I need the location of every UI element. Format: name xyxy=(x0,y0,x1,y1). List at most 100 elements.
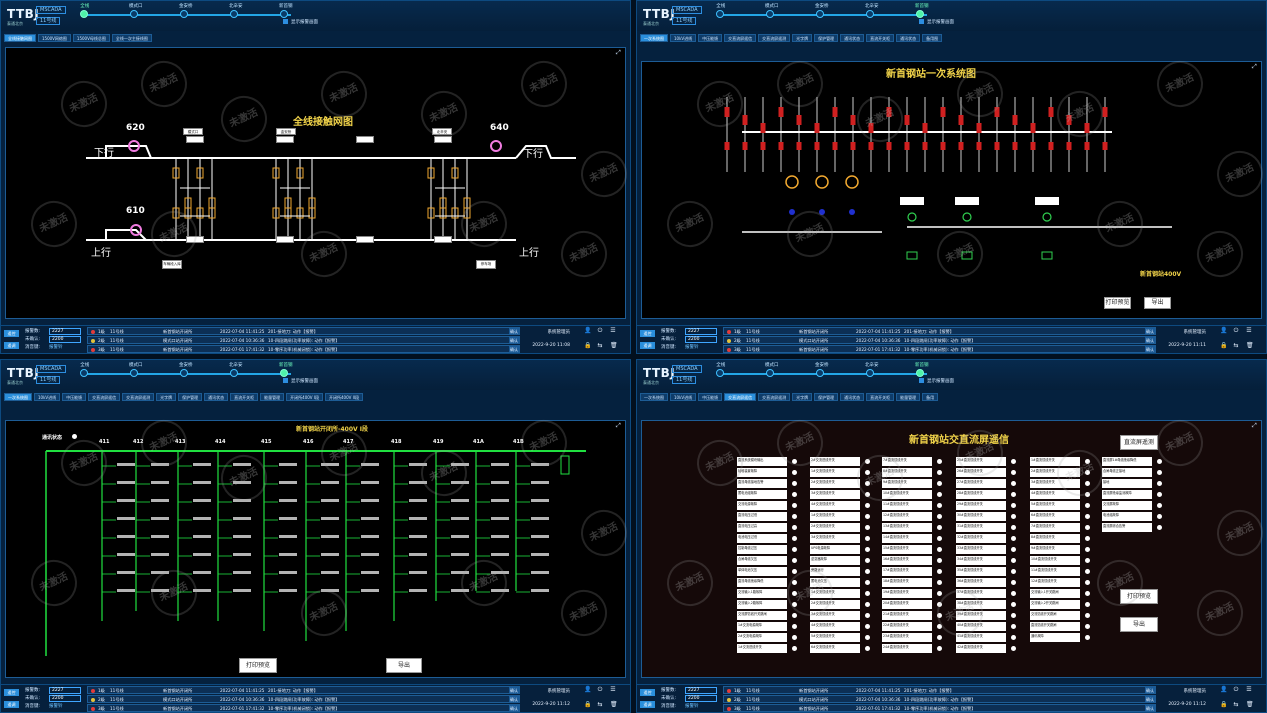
station-label[interactable]: 金安桥 xyxy=(815,3,829,9)
tab-item[interactable]: 通讯状态 xyxy=(896,34,921,42)
tab-item[interactable]: 通讯状态 xyxy=(840,34,865,42)
dc-telemetry-button[interactable]: 直流屏遥测 xyxy=(1120,435,1158,450)
trash-icon[interactable]: 🗑 xyxy=(1246,702,1254,708)
user-icon[interactable]: 👤 xyxy=(1220,687,1227,693)
station-label[interactable]: 新首钢 xyxy=(279,3,293,9)
breaker-symbol[interactable] xyxy=(976,142,982,150)
feeder-box[interactable] xyxy=(186,136,204,143)
station-label[interactable]: 模式口 xyxy=(765,3,779,9)
alarm-screen-checkbox[interactable] xyxy=(919,19,924,24)
switch-icon[interactable]: ⇆ xyxy=(597,343,603,349)
tab-item[interactable]: 光字牌 xyxy=(792,34,813,42)
station-node[interactable] xyxy=(816,10,824,18)
station-node[interactable] xyxy=(130,10,138,18)
breaker-symbol[interactable] xyxy=(724,142,730,150)
trash-icon[interactable]: 🗑 xyxy=(610,343,618,349)
alarm-ack-button[interactable]: 确认 xyxy=(1145,705,1155,711)
station-node[interactable] xyxy=(816,369,824,377)
station-label[interactable]: 金安桥 xyxy=(179,3,193,9)
station-node[interactable] xyxy=(230,10,238,18)
breaker-symbol[interactable] xyxy=(1084,142,1090,150)
station-label[interactable]: 全线 xyxy=(80,362,89,368)
breaker-symbol[interactable] xyxy=(994,142,1000,150)
alarm-row[interactable]: 3级 11号线 新首钢站开闭所 2022-07-01 17:41:32 10-零序功率(… xyxy=(723,345,1156,353)
station-label[interactable]: 金安桥 xyxy=(179,362,193,368)
station-node[interactable] xyxy=(180,10,188,18)
tab-item[interactable]: 直流开关柜 xyxy=(866,393,895,401)
tab-item[interactable]: 10kV进线 xyxy=(34,393,61,401)
breaker-symbol[interactable] xyxy=(850,115,856,125)
alarm-row[interactable]: 3级 11号线 新首钢站开闭所 2022-07-01 17:41:32 10-零序功率(… xyxy=(87,345,520,353)
station-node[interactable] xyxy=(80,369,88,377)
alarm-row[interactable]: 3级 11号线 新首钢站开闭所 2022-07-01 17:41:32 10-零序功率(… xyxy=(87,704,520,712)
print-preview-button[interactable]: 打印预览 xyxy=(1104,297,1131,309)
tab-item[interactable]: 能量管理 xyxy=(260,393,285,401)
depot-box[interactable]: 车辆段入库 xyxy=(162,260,182,269)
breaker-symbol[interactable] xyxy=(922,142,928,150)
station-node[interactable] xyxy=(716,10,724,18)
alarm-ack-button[interactable]: 确认 xyxy=(1145,687,1155,693)
station-label[interactable]: 新首钢 xyxy=(915,362,929,368)
alarm-row[interactable]: 1级 11号线 新首钢站开闭所 2022-07-04 11:41:25 201-接地刀:… xyxy=(87,686,520,694)
alarm-row[interactable]: 2级 11号线 模式口站开闭所 2022-07-04 10:36:36 10-四段跳闸(… xyxy=(723,695,1156,703)
tab-item[interactable]: 中压能馈 xyxy=(62,393,87,401)
tab-item[interactable]: 保护管理 xyxy=(178,393,203,401)
switch-icon[interactable]: ⇆ xyxy=(1233,343,1239,349)
breaker-symbol[interactable] xyxy=(958,115,964,125)
feeder-box[interactable] xyxy=(434,236,452,243)
breaker-symbol[interactable] xyxy=(868,142,874,150)
station-box[interactable]: 金安桥 xyxy=(276,128,296,135)
alarm-ack-button[interactable]: 确认 xyxy=(1145,346,1155,352)
tab-item[interactable]: 备用图 xyxy=(922,34,943,42)
line-selector[interactable]: 11号线 xyxy=(672,17,697,25)
breaker-symbol[interactable] xyxy=(778,142,784,150)
power-icon[interactable]: ⏻ xyxy=(1233,687,1239,693)
alarm-ack-button[interactable]: 确认 xyxy=(509,705,519,711)
alarm-screen-checkbox[interactable] xyxy=(919,378,924,383)
yard-box[interactable]: 停车场 xyxy=(476,260,496,269)
station-node[interactable] xyxy=(80,10,88,18)
station-label[interactable]: 全线 xyxy=(716,362,725,368)
user-icon[interactable]: 👤 xyxy=(584,687,591,693)
station-node[interactable] xyxy=(280,369,288,377)
breaker-symbol[interactable] xyxy=(940,142,946,150)
breaker-symbol[interactable] xyxy=(1030,142,1036,150)
line-selector[interactable]: 11号线 xyxy=(36,17,61,25)
node-640[interactable] xyxy=(490,140,502,152)
station-label[interactable]: 新首钢 xyxy=(279,362,293,368)
remote-control-button[interactable]: 遥控 xyxy=(4,330,19,337)
user-icon[interactable]: 👤 xyxy=(1220,328,1227,334)
station-label[interactable]: 北辛安 xyxy=(865,3,879,9)
lock-icon[interactable]: 🔒 xyxy=(584,702,591,708)
feeder-box[interactable] xyxy=(276,136,294,143)
alarm-screen-checkbox[interactable] xyxy=(283,378,288,383)
tab-item[interactable]: 中压能馈 xyxy=(698,34,723,42)
power-icon[interactable]: ⏻ xyxy=(1233,328,1239,334)
station-label[interactable]: 模式口 xyxy=(765,362,779,368)
power-icon[interactable]: ⏻ xyxy=(597,328,603,334)
breaker-symbol[interactable] xyxy=(778,107,784,117)
remote-control-button[interactable]: 遥控 xyxy=(640,330,655,337)
tab-item[interactable]: 10kV进线 xyxy=(670,393,697,401)
user-icon[interactable]: 👤 xyxy=(584,328,591,334)
station-node[interactable] xyxy=(130,369,138,377)
line-selector[interactable]: 11号线 xyxy=(36,376,61,384)
alarm-ack-button[interactable]: 确认 xyxy=(1145,337,1155,343)
station-label[interactable]: 全线 xyxy=(80,3,89,9)
switch-icon[interactable]: ⇆ xyxy=(1233,702,1239,708)
breaker-symbol[interactable] xyxy=(1066,142,1072,150)
tab-item[interactable]: 交直流屏遥测 xyxy=(758,393,791,401)
breaker-symbol[interactable] xyxy=(1048,107,1054,117)
tab-item[interactable]: 1500V母线总图 xyxy=(72,34,110,42)
tab-item[interactable]: 交直流屏遥测 xyxy=(122,393,155,401)
station-label[interactable]: 北辛安 xyxy=(229,3,243,9)
station-label[interactable]: 北辛安 xyxy=(229,362,243,368)
mute-value[interactable]: 报警铃 xyxy=(685,344,699,350)
trash-icon[interactable]: 🗑 xyxy=(1246,343,1254,349)
tab-item[interactable]: 全线一次主接线图 xyxy=(111,34,152,42)
breaker-symbol[interactable] xyxy=(850,142,856,150)
breaker-symbol[interactable] xyxy=(904,115,910,125)
log-icon[interactable]: ☰ xyxy=(1246,328,1252,334)
mute-value[interactable]: 报警铃 xyxy=(685,703,699,709)
tab-item[interactable]: 10kV进线 xyxy=(670,34,697,42)
